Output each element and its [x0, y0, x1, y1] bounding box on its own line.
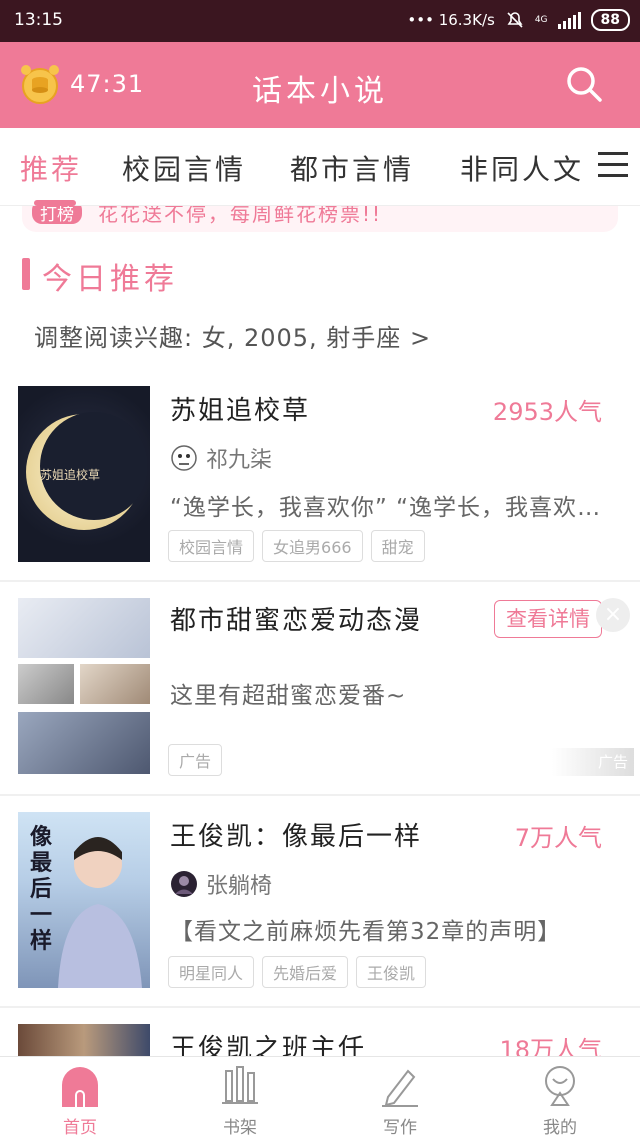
mute-bell-icon — [507, 12, 523, 28]
book-tag[interactable]: 王俊凯 — [356, 956, 427, 988]
nav-bookshelf[interactable]: 书架 — [200, 1065, 280, 1138]
battery-indicator: 88 — [590, 9, 630, 31]
status-bar: 13:15 ••• 16.3K/s 4G 88 — [0, 0, 640, 42]
category-tabs: 推荐 校园言情 都市言情 非同人文 — [0, 128, 640, 206]
app-bar: 47:31 话本小说 — [0, 42, 640, 128]
status-time: 13:15 — [14, 10, 63, 30]
tab-urban-romance[interactable]: 都市言情 — [290, 148, 414, 188]
author-avatar — [171, 445, 197, 471]
section-marker — [22, 258, 30, 290]
book-tag[interactable]: 校园言情 — [168, 530, 255, 562]
notice-text: 花花送不停，每周鲜花榜票!! — [98, 206, 383, 226]
book-tag[interactable]: 先婚后爱 — [262, 956, 349, 988]
signal-icon — [557, 11, 581, 29]
nav-write[interactable]: 写作 — [360, 1065, 440, 1138]
tab-recommend[interactable]: 推荐 — [20, 148, 82, 188]
book-cover[interactable] — [18, 1024, 150, 1056]
home-icon — [62, 1067, 98, 1107]
view-details-button[interactable]: 查看详情 — [494, 600, 602, 638]
section-title: 今日推荐 — [42, 262, 178, 297]
book-popularity: 2953人气 — [492, 398, 602, 426]
bookshelf-icon — [222, 1066, 258, 1104]
author-name: 张躺椅 — [206, 874, 273, 899]
notice-tag: 打榜 — [32, 206, 82, 225]
ad-cover[interactable] — [18, 598, 150, 774]
book-tag[interactable]: 甜宠 — [370, 530, 425, 562]
close-icon[interactable]: × — [596, 598, 630, 632]
ad-mark: 广告 — [552, 748, 634, 776]
adjust-interest-link[interactable]: 调整阅读兴趣: 女, 2005, 射手座 > — [34, 318, 431, 353]
book-description: 【看文之前麻烦先看第32章的声明】 — [170, 919, 562, 945]
pencil-icon — [382, 1069, 418, 1107]
ad-tag: 广告 — [168, 744, 223, 776]
book-title: 王俊凯：像最后一样 — [170, 822, 423, 852]
book-description: “逸学长，我喜欢你” “逸学长，我喜欢你” — [170, 495, 604, 521]
book-tag[interactable]: 明星同人 — [168, 956, 255, 988]
ad-description: 这里有超甜蜜恋爱番~ — [170, 683, 407, 709]
book-tag[interactable]: 女追男666 — [262, 530, 363, 562]
chevron-right-icon: > — [409, 324, 432, 352]
app-title: 话本小说 — [252, 74, 388, 109]
ad-title: 都市甜蜜恋爱动态漫 — [170, 606, 423, 636]
divider — [0, 580, 640, 582]
author-avatar — [171, 871, 197, 897]
book-popularity: 7万人气 — [514, 824, 602, 852]
notice-banner[interactable]: 打榜 花花送不停，每周鲜花榜票!! — [22, 206, 618, 232]
profile-icon — [545, 1066, 575, 1106]
divider — [0, 794, 640, 796]
divider — [0, 1006, 640, 1008]
cover-text: 像最后一样 — [30, 824, 53, 954]
nav-home[interactable]: 首页 — [40, 1065, 120, 1138]
network-speed: ••• 16.3K/s — [407, 11, 495, 29]
book-title: 苏姐追校草 — [170, 396, 311, 426]
book-cover[interactable]: 像最后一样 — [18, 812, 150, 988]
network-type: 4G — [534, 15, 548, 25]
book-cover[interactable]: 苏姐追校草 — [18, 386, 150, 562]
bottom-nav: 首页 书架 写作 我的 — [0, 1056, 640, 1138]
author-name: 祁九柒 — [206, 448, 273, 473]
menu-icon[interactable] — [598, 152, 628, 178]
tab-campus-romance[interactable]: 校园言情 — [122, 148, 246, 188]
cover-text: 苏姐追校草 — [40, 468, 101, 482]
tab-original[interactable]: 非同人文 — [460, 148, 584, 188]
nav-me[interactable]: 我的 — [520, 1065, 600, 1138]
search-icon[interactable] — [564, 64, 604, 104]
